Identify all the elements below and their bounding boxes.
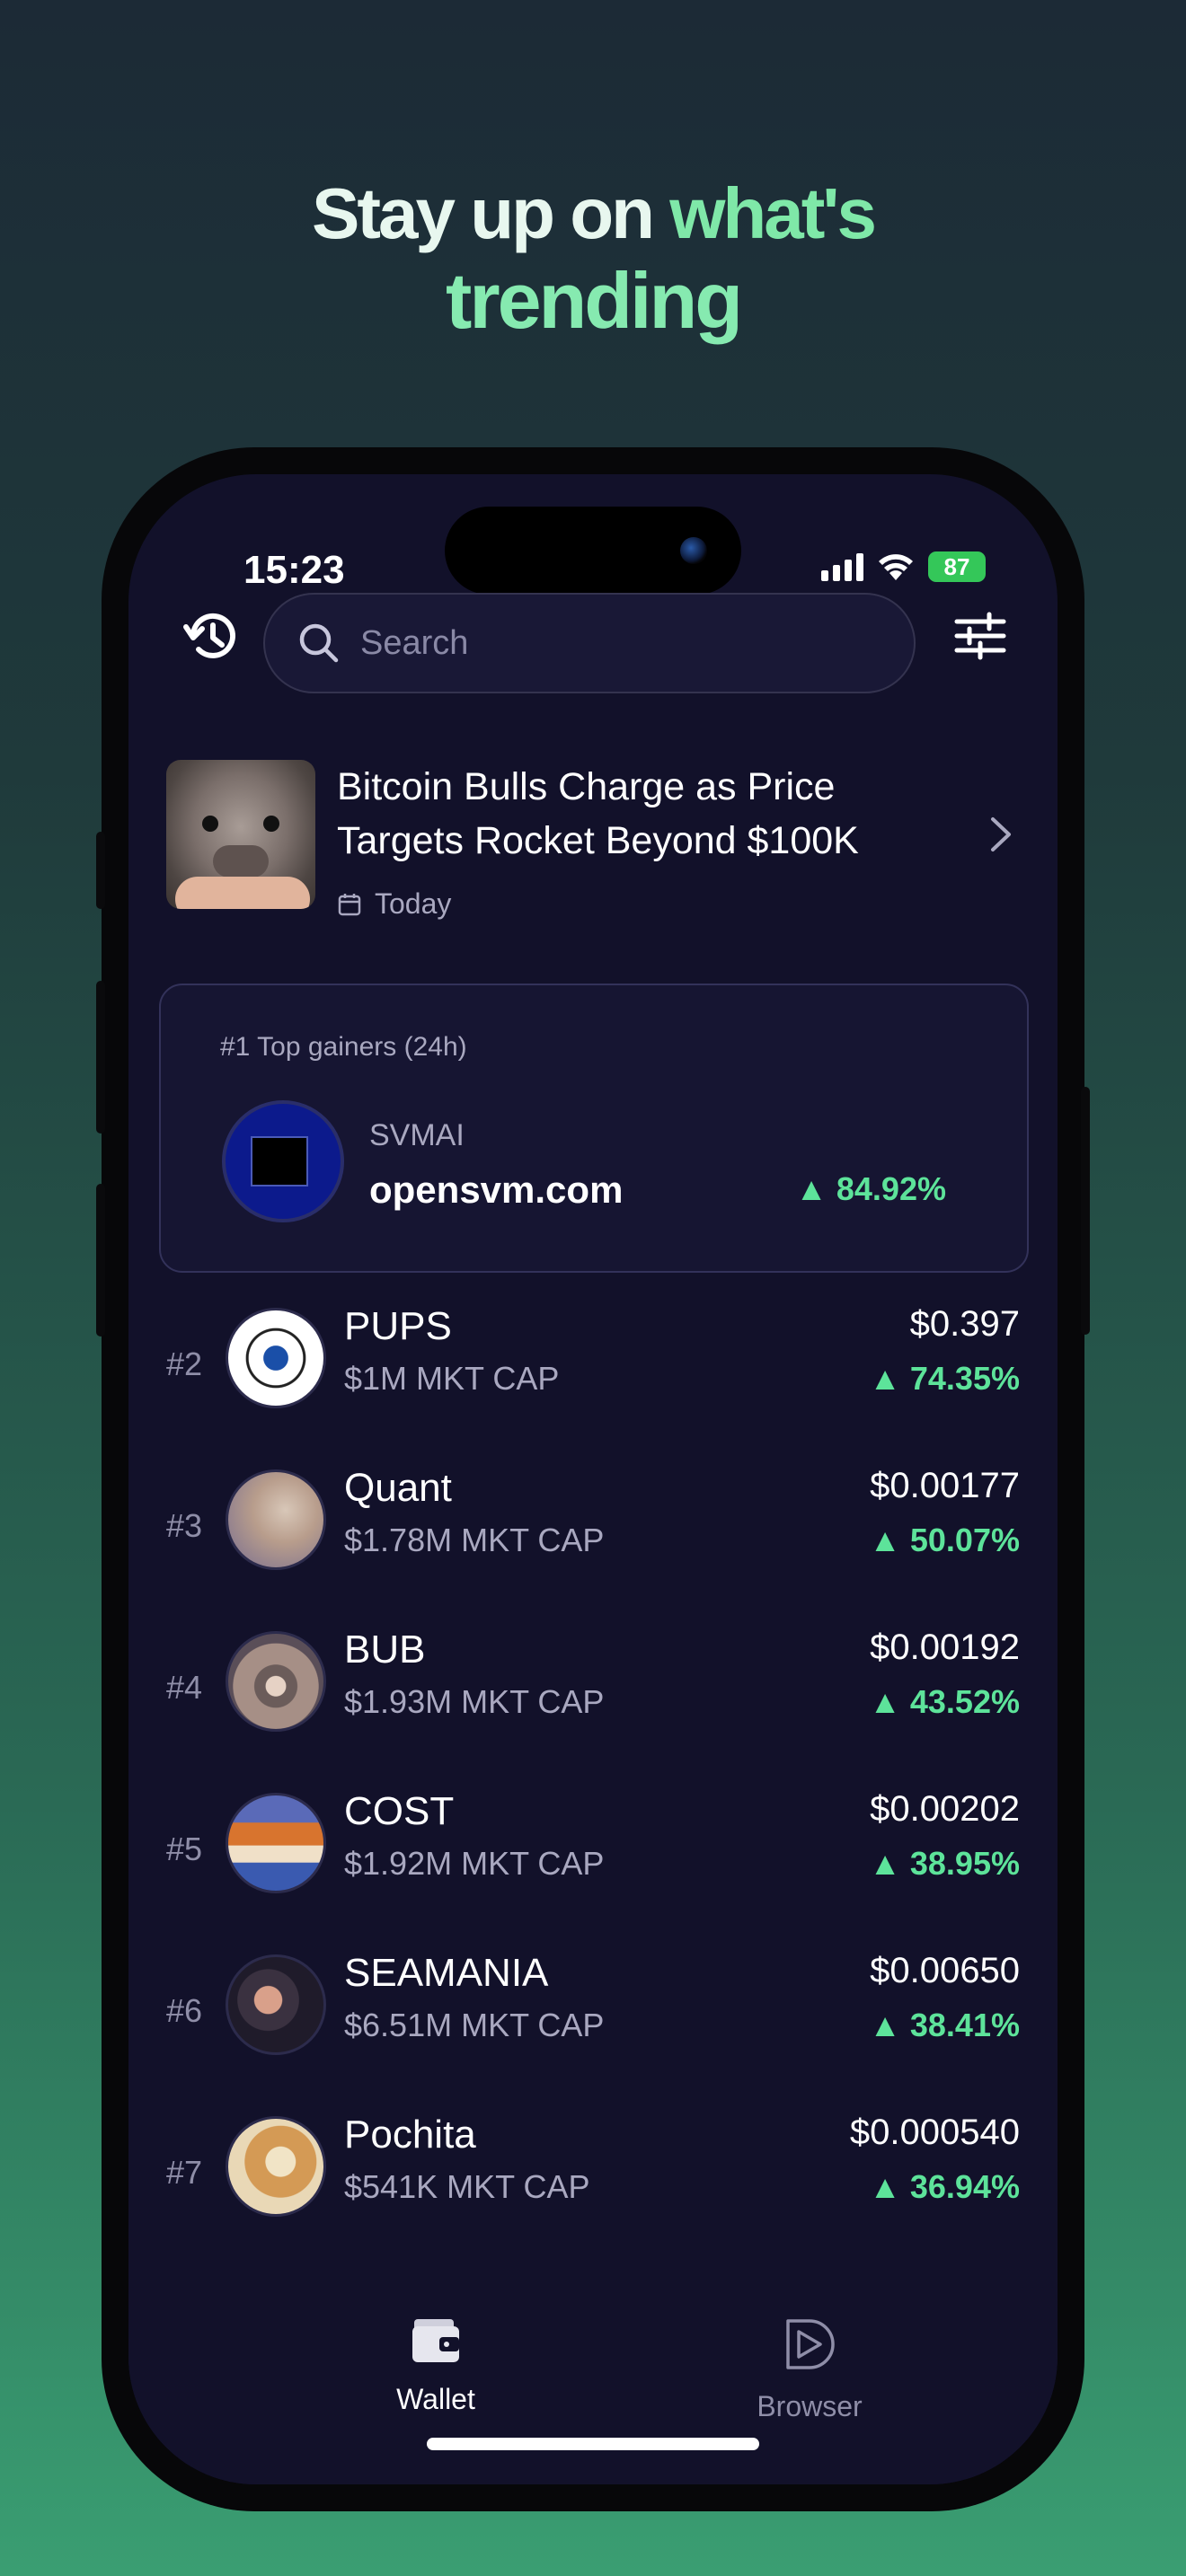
tab-browser-label: Browser (757, 2390, 863, 2422)
token-change-value: 36.94% (909, 2168, 1020, 2205)
home-indicator[interactable] (427, 2438, 759, 2450)
token-avatar (222, 1100, 344, 1222)
token-name: SEAMANIA (344, 1951, 549, 1995)
token-price: $0.000540 (849, 2113, 1020, 2152)
tab-wallet[interactable]: Wallet (337, 2316, 535, 2416)
token-row[interactable]: #4 BUB $1.93M MKT CAP $0.00192 ▲ 43.52% (128, 1624, 1058, 1759)
token-name: PUPS (344, 1304, 452, 1348)
token-market-cap: $1.92M MKT CAP (344, 1845, 605, 1882)
token-change-value: 38.95% (909, 1845, 1020, 1882)
power-button (1081, 1087, 1090, 1335)
token-avatar (226, 2116, 326, 2217)
volume-up-button (96, 981, 105, 1134)
headline-part-1: Stay up on (312, 173, 670, 253)
token-change: ▲ 74.35% (869, 1360, 1020, 1397)
token-row[interactable]: #3 Quant $1.78M MKT CAP $0.00177 ▲ 50.07… (128, 1462, 1058, 1597)
token-rank: #7 (166, 2154, 203, 2191)
tab-browser[interactable]: Browser (711, 2316, 908, 2423)
history-icon (183, 613, 235, 658)
token-name: COST (344, 1789, 455, 1833)
token-price: $0.00202 (870, 1789, 1020, 1829)
token-change-value: 50.07% (909, 1522, 1020, 1558)
token-row[interactable]: #5 COST $1.92M MKT CAP $0.00202 ▲ 38.95% (128, 1786, 1058, 1920)
token-row[interactable]: #6 SEAMANIA $6.51M MKT CAP $0.00650 ▲ 38… (128, 1947, 1058, 2082)
token-avatar (226, 1793, 326, 1893)
token-change-value: 74.35% (909, 1360, 1020, 1397)
calendar-icon (338, 893, 361, 915)
news-date-label: Today (375, 887, 452, 920)
wifi-icon (879, 554, 913, 580)
token-change-value: 38.41% (909, 2007, 1020, 2043)
token-market-cap: $6.51M MKT CAP (344, 2007, 605, 2043)
token-change: ▲ 38.41% (869, 2007, 1020, 2043)
search-input[interactable] (360, 623, 863, 663)
signal-icon (821, 552, 863, 581)
token-rank: #6 (166, 1992, 203, 2029)
token-market-cap: $1.93M MKT CAP (344, 1683, 605, 1720)
status-time: 15:23 (243, 548, 345, 592)
top-gainer-change: ▲ 84.92% (795, 1170, 946, 1207)
history-button[interactable] (175, 600, 247, 672)
token-rank: #2 (166, 1345, 203, 1382)
news-title: Bitcoin Bulls Charge as Price Targets Ro… (337, 765, 859, 862)
token-price: $0.00192 (870, 1628, 1020, 1667)
chevron-right-icon (991, 817, 1011, 851)
tab-bar: Wallet Browser (128, 2271, 1058, 2484)
token-rank: #3 (166, 1507, 203, 1544)
search-bar[interactable] (263, 593, 916, 693)
promo-headline: Stay up on what's trending (0, 171, 1186, 346)
token-price: $0.00177 (870, 1466, 1020, 1505)
headline-line-2: trending (446, 256, 743, 345)
volume-down-button (96, 1184, 105, 1337)
token-market-cap: $1M MKT CAP (344, 1360, 560, 1397)
top-gainer-card[interactable]: #1 Top gainers (24h) SVMAI opensvm.com ▲… (159, 984, 1029, 1273)
token-market-cap: $541K MKT CAP (344, 2168, 590, 2205)
tab-wallet-label: Wallet (396, 2383, 475, 2415)
news-card[interactable]: Bitcoin Bulls Charge as Price Targets Ro… (166, 760, 1029, 920)
browser-icon (786, 2319, 835, 2369)
headline-part-2: what's (669, 173, 877, 253)
filter-button[interactable] (944, 600, 1016, 672)
token-rank: #4 (166, 1669, 203, 1706)
token-name: Pochita (344, 2113, 476, 2157)
sliders-icon (954, 612, 1006, 660)
token-avatar (226, 1954, 326, 2055)
search-icon (299, 623, 339, 663)
status-icons: 87 (821, 551, 986, 582)
app-screen: 15:23 87 Search Bitcoin Bulls Charge as … (128, 474, 1058, 2484)
top-gainer-change-value: 84.92% (836, 1170, 946, 1207)
token-market-cap: $1.78M MKT CAP (344, 1522, 605, 1558)
token-price: $0.397 (909, 1304, 1020, 1344)
side-button (96, 832, 105, 909)
phone-frame: 15:23 87 Search Bitcoin Bulls Charge as … (96, 447, 1090, 2511)
token-change: ▲ 50.07% (869, 1522, 1020, 1558)
top-gainer-label: #1 Top gainers (24h) (220, 1032, 467, 1062)
battery-icon: 87 (928, 551, 986, 582)
token-price: $0.00650 (870, 1951, 1020, 1990)
token-rank: #5 (166, 1831, 203, 1867)
token-change-value: 43.52% (909, 1683, 1020, 1720)
top-gainer-name: opensvm.com (369, 1169, 624, 1211)
camera-icon (680, 537, 707, 564)
token-name: Quant (344, 1466, 452, 1510)
token-avatar (226, 1308, 326, 1408)
token-avatar (226, 1631, 326, 1732)
news-date: Today (337, 887, 451, 921)
token-avatar (226, 1469, 326, 1570)
top-gainer-symbol: SVMAI (369, 1118, 465, 1152)
dynamic-island (445, 507, 741, 595)
token-name: BUB (344, 1628, 426, 1672)
news-thumbnail (166, 760, 315, 909)
token-change: ▲ 38.95% (869, 1845, 1020, 1882)
token-change: ▲ 36.94% (869, 2168, 1020, 2205)
wallet-icon (412, 2319, 459, 2362)
token-row[interactable]: #7 Pochita $541K MKT CAP $0.000540 ▲ 36.… (128, 2109, 1058, 2244)
token-change: ▲ 43.52% (869, 1683, 1020, 1720)
token-row[interactable]: #2 PUPS $1M MKT CAP $0.397 ▲ 74.35% (128, 1301, 1058, 1435)
